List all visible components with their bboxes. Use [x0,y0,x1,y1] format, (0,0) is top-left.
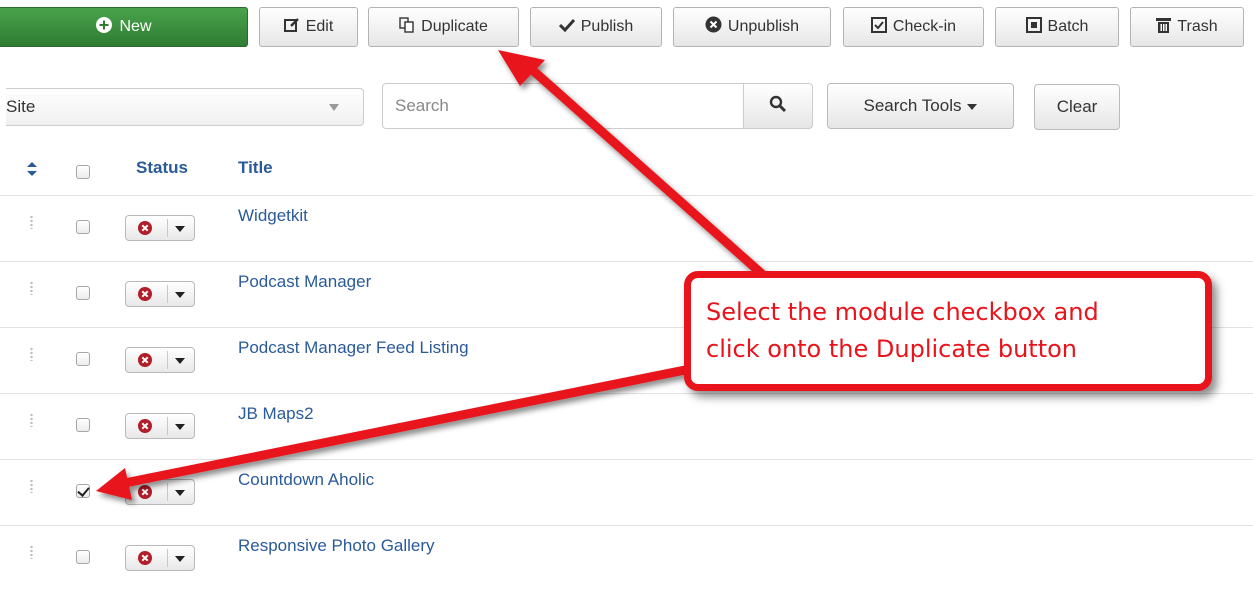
checkin-button[interactable]: Check-in [843,7,984,47]
module-title-link[interactable]: Podcast Manager Feed Listing [238,338,469,358]
select-all-checkbox[interactable] [76,165,90,179]
batch-button-label: Batch [1047,18,1089,35]
caret-down-icon[interactable] [175,424,185,430]
search-group [382,83,813,129]
edit-button[interactable]: Edit [259,7,358,47]
annotation-line-2: click onto the Duplicate button [706,335,1078,363]
new-button-label: New [119,18,152,35]
checkbox-box [76,418,90,432]
publish-button[interactable]: Publish [530,7,662,47]
duplicate-button[interactable]: Duplicate [368,7,519,47]
clear-button[interactable]: Clear [1034,84,1120,130]
divider [167,351,168,369]
drag-handle-icon[interactable] [30,215,33,229]
column-header-title[interactable]: Title [238,158,273,178]
caret-down-icon[interactable] [175,490,185,496]
table-row: Responsive Photo Gallery [0,525,1253,592]
caret-down-icon[interactable] [175,556,185,562]
caret-down-icon[interactable] [175,226,185,232]
duplicate-button-label: Duplicate [421,18,488,35]
status-toggle[interactable] [125,281,195,307]
module-title-link[interactable]: Widgetkit [238,206,308,226]
publish-button-label: Publish [580,18,634,35]
annotation-callout: Select the module checkbox and click ont… [684,271,1212,391]
trash-button-label: Trash [1177,18,1218,35]
status-toggle[interactable] [125,413,195,439]
module-title-link[interactable]: Responsive Photo Gallery [238,536,435,556]
row-checkbox[interactable] [76,550,90,564]
divider [167,417,168,435]
new-button[interactable]: New [0,7,248,47]
batch-button[interactable]: Batch [995,7,1119,47]
row-checkbox[interactable] [76,418,90,432]
checkbox-box [76,220,90,234]
search-input[interactable] [382,83,744,129]
status-toggle[interactable] [125,347,195,373]
status-toggle[interactable] [125,545,195,571]
drag-handle-icon[interactable] [30,545,33,559]
chevron-down-icon [329,104,339,111]
table-header: Status Title [0,146,1253,194]
site-select-value: Site [6,97,36,116]
search-tools-label: Search Tools [863,96,962,115]
trash-icon [1156,17,1172,38]
status-toggle[interactable] [125,215,195,241]
checkbox-box [76,550,90,564]
status-toggle[interactable] [125,479,195,505]
divider [167,285,168,303]
unpublished-icon [137,484,153,505]
table-row: Countdown Aholic [0,459,1253,526]
site-select[interactable]: Site [6,88,364,126]
batch-icon [1025,16,1042,38]
x-circle-icon [705,16,722,38]
checkbox-icon [870,16,887,38]
row-checkbox[interactable] [76,484,90,498]
table-row: JB Maps2 [0,393,1253,460]
caret-down-icon[interactable] [175,358,185,364]
divider [167,549,168,567]
search-icon [769,95,787,118]
unpublished-icon [137,220,153,241]
drag-handle-icon[interactable] [30,281,33,295]
checkbox-box [76,165,90,179]
module-title-link[interactable]: Podcast Manager [238,272,371,292]
unpublished-icon [137,286,153,307]
toolbar: New Edit Duplicate Publish Unpublish Che… [0,7,1253,49]
module-title-link[interactable]: Countdown Aholic [238,470,374,490]
divider [167,219,168,237]
search-button[interactable] [743,83,813,129]
unpublish-button-label: Unpublish [727,18,800,35]
row-checkbox[interactable] [76,286,90,300]
checkbox-box [76,352,90,366]
row-checkbox[interactable] [76,352,90,366]
annotation-line-1: Select the module checkbox and [706,298,1099,326]
drag-handle-icon[interactable] [30,479,33,493]
trash-button[interactable]: Trash [1130,7,1244,47]
caret-down-icon[interactable] [175,292,185,298]
checkmark-icon [558,18,575,37]
sort-icon[interactable] [27,162,37,181]
unpublish-button[interactable]: Unpublish [673,7,831,47]
drag-handle-icon[interactable] [30,413,33,427]
search-tools-button[interactable]: Search Tools [827,83,1014,129]
unpublished-icon [137,352,153,373]
checkin-button-label: Check-in [892,18,957,35]
drag-handle-icon[interactable] [30,347,33,361]
column-header-status[interactable]: Status [136,158,188,178]
caret-down-icon [967,104,978,110]
checkbox-box [76,286,90,300]
divider [167,483,168,501]
clear-button-label: Clear [1056,97,1098,116]
duplicate-icon [399,16,415,38]
row-checkbox[interactable] [76,220,90,234]
unpublished-icon [137,418,153,439]
table-row: Widgetkit [0,195,1253,262]
edit-icon [283,17,300,38]
plus-circle-icon [95,16,113,39]
edit-button-label: Edit [305,18,334,35]
module-title-link[interactable]: JB Maps2 [238,404,314,424]
unpublished-icon [137,550,153,571]
checkbox-box-checked [76,484,90,498]
